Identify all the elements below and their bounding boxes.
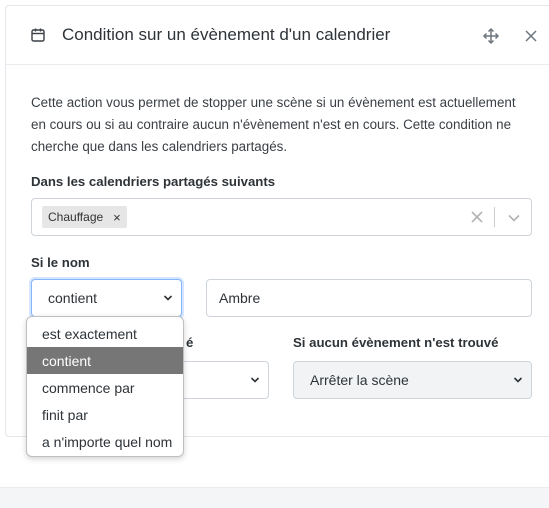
chevron-down-icon <box>163 295 173 301</box>
card-title: Condition sur un évènement d'un calendri… <box>62 25 391 44</box>
calendars-multiselect[interactable]: Chauffage × <box>31 198 532 236</box>
move-icon[interactable] <box>482 27 500 45</box>
chip-remove-icon[interactable]: × <box>113 210 121 225</box>
card-header: Condition sur un évènement d'un calendri… <box>6 6 549 65</box>
clear-icon[interactable] <box>470 210 484 224</box>
chevron-down-icon <box>250 377 260 383</box>
found-label: é <box>186 335 194 350</box>
name-filter-label: Si le nom <box>31 255 90 270</box>
calendar-chip-label: Chauffage <box>48 210 104 224</box>
dropdown-option[interactable]: est exactement <box>27 320 183 347</box>
calendars-label: Dans les calendriers partagés suivants <box>31 174 276 189</box>
description-text: Cette action vous permet de stopper une … <box>31 95 516 154</box>
not-found-label: Si aucun évènement n'est trouvé <box>293 335 499 350</box>
dropdown-option[interactable]: commence par <box>27 374 183 401</box>
dropdown-option-selected[interactable]: contient <box>27 347 183 374</box>
close-icon[interactable] <box>523 28 539 44</box>
dropdown-option[interactable]: a n'importe quel nom <box>27 428 183 455</box>
calendar-icon <box>31 28 45 42</box>
name-text-value: Ambre <box>219 290 261 306</box>
name-operator-dropdown: est exactement contient commence par fin… <box>26 316 184 457</box>
calendar-chip: Chauffage × <box>42 206 127 228</box>
not-found-value: Arrêter la scène <box>310 372 409 388</box>
name-operator-select[interactable]: contient <box>31 279 182 317</box>
chevron-down-icon <box>513 377 523 383</box>
name-operator-value: contient <box>48 290 98 306</box>
page-footer-strip <box>0 487 549 508</box>
multiselect-separator <box>494 207 495 227</box>
not-found-select[interactable]: Arrêter la scène <box>293 361 532 399</box>
chevron-down-icon[interactable] <box>507 211 521 225</box>
dropdown-option[interactable]: finit par <box>27 401 183 428</box>
name-text-input[interactable]: Ambre <box>206 279 532 317</box>
